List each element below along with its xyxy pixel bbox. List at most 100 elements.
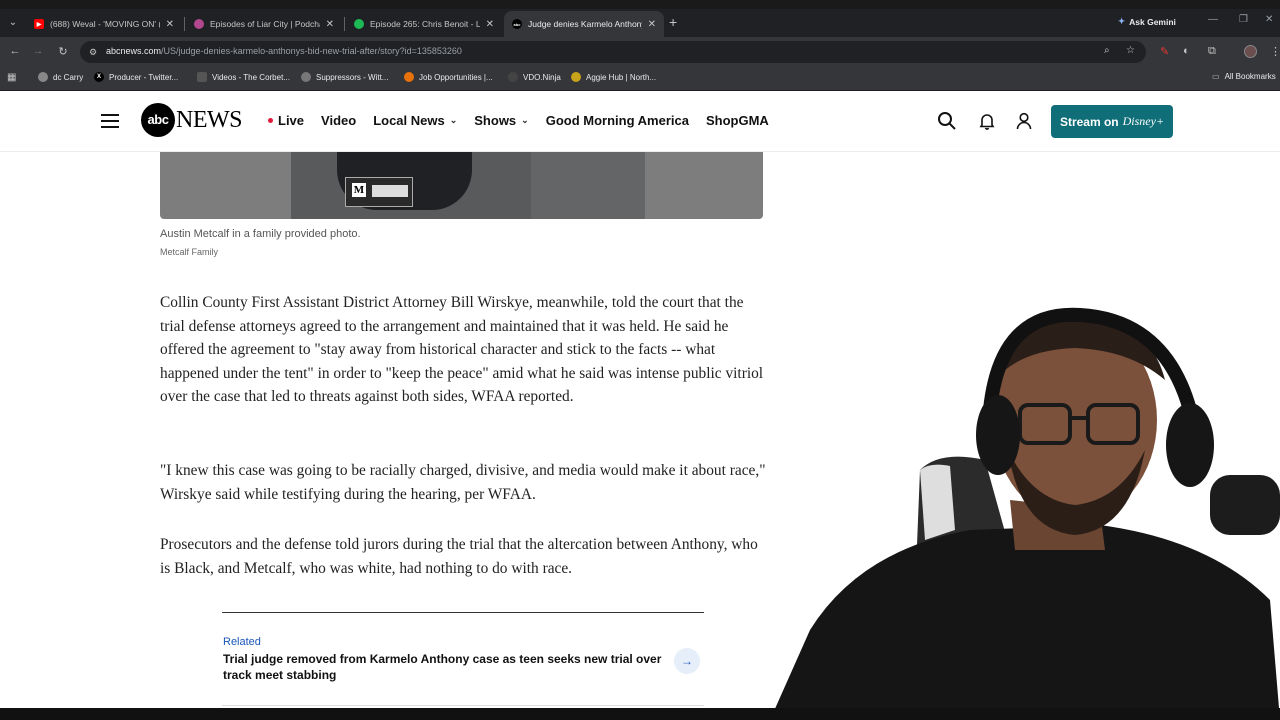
bookmark-favicon-icon <box>197 72 207 82</box>
bookmark-item[interactable]: dc Carry <box>38 72 83 82</box>
search-icon[interactable] <box>937 111 957 131</box>
pen-extension-icon[interactable]: ✎ <box>1160 45 1169 58</box>
forward-arrow-icon[interactable]: → <box>31 45 45 57</box>
tab-divider <box>184 17 185 31</box>
site-header: abc NEWS Live Video Local News ⌄ Shows ⌄ G… <box>0 91 1280 152</box>
tab-search-icon[interactable]: ⌄ <box>5 15 21 31</box>
all-bookmarks-label: All Bookmarks <box>1224 72 1276 81</box>
photo-nameplate <box>372 185 408 197</box>
nav-label: Video <box>321 113 357 128</box>
toggle-extension-icon[interactable]: ◐ <box>1183 45 1190 57</box>
url-domain: abcnews.com <box>106 46 162 56</box>
tab-abcnews[interactable]: abc Judge denies Karmelo Anthony ✕ <box>504 11 664 37</box>
minimize-icon[interactable]: — <box>1208 14 1218 25</box>
bookmark-label: Videos - The Corbet... <box>212 72 290 82</box>
hamburger-menu-icon[interactable] <box>101 114 119 128</box>
headphone-left-cup <box>976 395 1020 475</box>
all-bookmarks-button[interactable]: ▭ All Bookmarks <box>1212 72 1276 81</box>
photo-floor <box>531 152 645 219</box>
tab-title: Episodes of Liar City | Podchase <box>210 19 320 29</box>
close-icon[interactable]: ✕ <box>326 19 334 30</box>
bookmark-star-icon[interactable]: ☆ <box>1126 45 1135 56</box>
url-text[interactable]: abcnews.com/US/judge-denies-karmelo-anth… <box>106 46 462 56</box>
webcam-overlay <box>770 307 1280 720</box>
reload-icon[interactable]: ↻ <box>56 45 70 58</box>
spotify-icon <box>354 19 364 29</box>
browser-tab-strip: ⌄ ▶ (688) Weval - 'MOVING ON' (O ✕ Episo… <box>0 0 1280 37</box>
photo-plaque: M <box>345 177 413 207</box>
nav-label: Local News <box>373 113 445 128</box>
nav-label: Live <box>278 113 305 128</box>
stream-label: Stream on <box>1059 114 1119 129</box>
nav-video[interactable]: Video <box>321 113 356 128</box>
tab-divider <box>344 17 345 31</box>
apps-grid-icon[interactable]: ▦ <box>7 72 16 83</box>
related-title-link[interactable]: Trial judge removed from Karmelo Anthony… <box>223 652 663 683</box>
bookmark-item[interactable]: Suppressors - Witt... <box>301 72 388 82</box>
disney-plus-logo: Disney+ <box>1122 114 1165 128</box>
stream-on-disney-button[interactable]: Stream on Disney+ <box>1051 105 1173 138</box>
tab-title: Episode 265: Chris Benoit - Last <box>370 19 480 29</box>
tab-title: (688) Weval - 'MOVING ON' (O <box>50 19 160 29</box>
arrow-right-icon[interactable]: → <box>674 648 700 674</box>
podchaser-icon <box>194 19 204 29</box>
headphone-right-cup <box>1166 403 1214 487</box>
tab-title: Judge denies Karmelo Anthony <box>528 19 642 29</box>
nav-shows[interactable]: Shows ⌄ <box>474 113 528 128</box>
close-icon[interactable]: ✕ <box>486 19 494 30</box>
bookmark-label: Suppressors - Witt... <box>316 72 389 82</box>
window-close-icon[interactable]: ✕ <box>1265 14 1273 25</box>
nav-local-news[interactable]: Local News ⌄ <box>373 113 457 128</box>
more-menu-icon[interactable]: ⋮ <box>1270 45 1280 58</box>
ask-gemini-label: Ask Gemini <box>1129 16 1176 27</box>
chair-highlight <box>920 464 955 540</box>
abc-logo[interactable]: abc <box>141 103 175 137</box>
bookmark-favicon-icon <box>38 72 48 82</box>
abc-icon: abc <box>512 19 522 29</box>
bookmark-item[interactable]: Job Opportunities |... <box>404 72 493 82</box>
photo-credit: Metcalf Family <box>160 247 219 257</box>
nav-good-morning-america[interactable]: Good Morning America <box>546 113 689 128</box>
article-photo: M <box>160 152 763 219</box>
back-arrow-icon[interactable]: ← <box>8 45 22 57</box>
profile-avatar[interactable] <box>1244 45 1257 58</box>
bookmark-item[interactable]: X Producer - Twitter... <box>94 72 178 82</box>
url-path: /US/judge-denies-karmelo-anthonys-bid-ne… <box>161 46 462 56</box>
zoom-icon[interactable]: ⌕ <box>1104 45 1110 56</box>
news-logo-text[interactable]: NEWS <box>176 107 243 134</box>
nav-label: Shows <box>474 113 517 128</box>
m-logo-icon: M <box>352 183 366 197</box>
bookmark-item[interactable]: Videos - The Corbet... <box>197 72 290 82</box>
bottom-frame-edge <box>0 708 1280 720</box>
bookmark-label: Job Opportunities |... <box>419 72 493 82</box>
extensions-puzzle-icon[interactable]: ⧉ <box>1208 45 1216 58</box>
nav-live[interactable]: Live <box>268 113 304 128</box>
address-bar[interactable]: ⚙ abcnews.com/US/judge-denies-karmelo-an… <box>80 41 1146 63</box>
title-bar <box>0 0 1280 9</box>
chevron-down-icon: ⌄ <box>521 115 529 125</box>
tab-spotify[interactable]: Episode 265: Chris Benoit - Last ✕ <box>346 11 502 37</box>
ask-gemini-button[interactable]: ✦ Ask Gemini <box>1118 16 1176 27</box>
bookmark-favicon-icon <box>404 72 414 82</box>
close-icon[interactable]: ✕ <box>648 19 656 30</box>
restore-icon[interactable]: ❐ <box>1239 14 1248 25</box>
bookmark-label: dc Carry <box>53 72 84 82</box>
bookmark-label: VDO.Ninja <box>523 72 561 82</box>
close-icon[interactable]: ✕ <box>166 19 174 30</box>
hoodie <box>770 525 1280 720</box>
related-article-card[interactable]: Related Trial judge removed from Karmelo… <box>222 612 704 706</box>
notification-bell-icon[interactable] <box>977 111 997 131</box>
new-tab-button[interactable]: + <box>669 14 677 30</box>
bookmark-item[interactable]: Aggie Hub | North... <box>571 72 656 82</box>
tab-podchaser[interactable]: Episodes of Liar City | Podchase ✕ <box>186 11 342 37</box>
site-info-icon[interactable]: ⚙ <box>89 46 101 58</box>
article-paragraph: Prosecutors and the defense told jurors … <box>160 536 758 577</box>
account-icon[interactable] <box>1014 111 1034 131</box>
bookmarks-bar: ▦ dc Carry X Producer - Twitter... Videos… <box>0 67 1280 91</box>
tab-youtube[interactable]: ▶ (688) Weval - 'MOVING ON' (O ✕ <box>26 11 182 37</box>
bookmark-item[interactable]: VDO.Ninja <box>508 72 561 82</box>
bookmark-favicon-icon <box>301 72 311 82</box>
bookmark-favicon-icon <box>508 72 518 82</box>
nav-shopgma[interactable]: ShopGMA <box>706 113 769 128</box>
bookmark-label: Aggie Hub | North... <box>586 72 657 82</box>
